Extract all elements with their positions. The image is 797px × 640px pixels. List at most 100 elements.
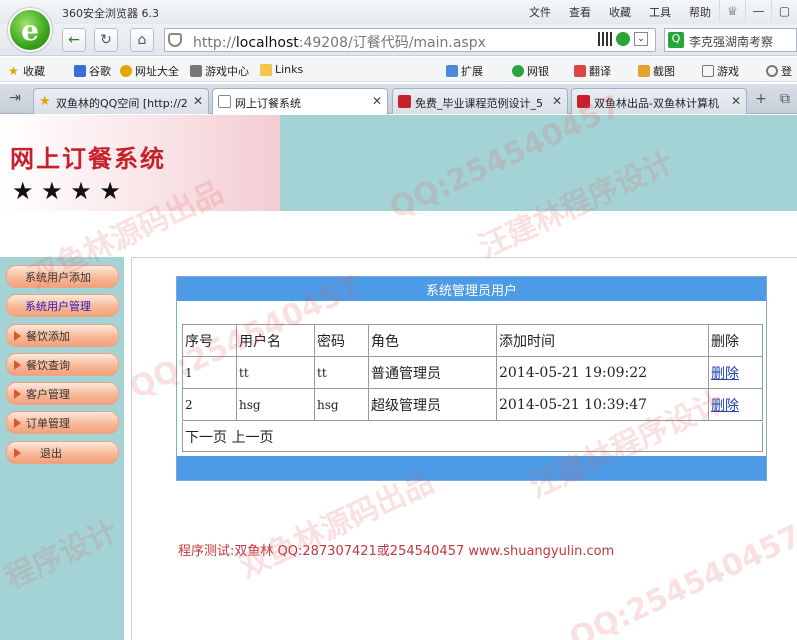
panel-title: 系统管理员用户 bbox=[177, 277, 766, 301]
toolbar-translate-label: 翻译 bbox=[589, 65, 611, 78]
menu-favorites[interactable]: 收藏 bbox=[600, 4, 640, 20]
sidebar-item-label: 餐饮添加 bbox=[26, 329, 70, 343]
game-icon bbox=[702, 65, 714, 77]
toolbar-login[interactable]: 登 bbox=[766, 63, 792, 79]
favorite-sites-label: 网址大全 bbox=[135, 65, 179, 78]
close-icon[interactable]: ✕ bbox=[372, 94, 382, 108]
users-table: 序号 用户名 密码 角色 添加时间 删除 1 tt tt 普通管理员 2014-… bbox=[182, 324, 763, 421]
new-tab-icon[interactable]: + bbox=[751, 88, 771, 110]
extensions-icon bbox=[446, 65, 458, 77]
tab-ordering-system[interactable]: 网上订餐系统 ✕ bbox=[212, 88, 388, 115]
tab-label: 网上订餐系统 bbox=[235, 97, 301, 110]
close-icon[interactable]: ✕ bbox=[552, 94, 562, 108]
menu-file[interactable]: 文件 bbox=[520, 4, 560, 20]
cell-no: 2 bbox=[182, 388, 237, 421]
app-title: 360安全浏览器 6.3 bbox=[62, 7, 159, 20]
login-search-icon bbox=[766, 65, 778, 77]
toolbar-screenshot[interactable]: 截图 bbox=[638, 63, 675, 79]
maximize-icon[interactable]: ▢ bbox=[771, 0, 797, 22]
translate-icon bbox=[574, 65, 586, 77]
window-controls: ♕ — ▢ bbox=[719, 0, 797, 22]
star-favicon-icon: ★ bbox=[39, 94, 51, 109]
ie-mode-icon[interactable] bbox=[616, 32, 630, 46]
sidebar-item-customers[interactable]: 客户管理 bbox=[6, 382, 119, 405]
sidebar-item-add-dish[interactable]: 餐饮添加 bbox=[6, 324, 119, 347]
toolbar-extensions[interactable]: 扩展 bbox=[446, 63, 483, 79]
tab-list-icon[interactable]: ⧉ bbox=[775, 88, 795, 110]
address-icons: ⌄ bbox=[598, 32, 648, 46]
home-icon[interactable]: ⌂ bbox=[130, 28, 154, 52]
toolbar-games[interactable]: 游戏 bbox=[702, 63, 739, 79]
tab-shuangyulin[interactable]: 双鱼林出品-双鱼林计算机 ✕ bbox=[571, 88, 747, 114]
toolbar-extensions-label: 扩展 bbox=[461, 65, 483, 78]
toolbar-games-label: 游戏 bbox=[717, 65, 739, 78]
refresh-icon[interactable]: ↻ bbox=[94, 28, 118, 52]
arrow-right-icon bbox=[14, 447, 21, 458]
qrcode-icon[interactable] bbox=[598, 32, 612, 46]
sidebar-item-orders[interactable]: 订单管理 bbox=[6, 411, 119, 434]
tab-label: 免费_毕业课程范例设计_5 bbox=[415, 97, 543, 110]
skin-icon[interactable]: ♕ bbox=[719, 0, 745, 22]
favorites-star[interactable]: ★ 收藏 bbox=[8, 63, 45, 79]
toolbar-translate[interactable]: 翻译 bbox=[574, 63, 611, 79]
title-bar: 360安全浏览器 6.3 文件 查看 收藏 工具 帮助 ♕ — ▢ bbox=[0, 0, 797, 24]
menu-help[interactable]: 帮助 bbox=[680, 4, 720, 20]
table-row: 2 hsg hsg 超级管理员 2014-05-21 10:39:47 删除 bbox=[182, 388, 763, 421]
navigation-bar: ← ↻ ⌂ http://localhost:49208/订餐代码/main.a… bbox=[0, 24, 797, 56]
menu-bar: 文件 查看 收藏 工具 帮助 bbox=[520, 4, 720, 20]
table-row: 1 tt tt 普通管理员 2014-05-21 19:09:22 删除 bbox=[182, 356, 763, 389]
tab-label: 双鱼林的QQ空间 [http://2 bbox=[56, 97, 188, 110]
column-header: 密码 bbox=[314, 324, 369, 357]
cell-action: 删除 bbox=[708, 388, 763, 421]
tab-course-design[interactable]: 免费_毕业课程范例设计_5 ✕ bbox=[392, 88, 568, 114]
dropdown-icon[interactable]: ⌄ bbox=[634, 32, 648, 46]
sidebar-item-logout[interactable]: 退出 bbox=[6, 441, 119, 464]
toolbar-bank[interactable]: 网银 bbox=[512, 63, 549, 79]
address-input[interactable]: http://localhost:49208/订餐代码/main.aspx bbox=[164, 28, 656, 52]
column-header: 用户名 bbox=[236, 324, 315, 357]
sidebar-item-query-dish[interactable]: 餐饮查询 bbox=[6, 353, 119, 376]
sidebar-item-add-user[interactable]: 系统用户添加 bbox=[6, 265, 119, 288]
site-banner: 网上订餐系统 ★ ★ ★ ★ bbox=[0, 115, 797, 211]
minimize-icon[interactable]: — bbox=[745, 0, 771, 22]
toolbar-bank-label: 网银 bbox=[527, 65, 549, 78]
menu-view[interactable]: 查看 bbox=[560, 4, 600, 20]
sidebar-item-label: 订单管理 bbox=[26, 416, 70, 430]
sites-icon bbox=[120, 65, 132, 77]
favorite-games[interactable]: 游戏中心 bbox=[190, 63, 249, 79]
search-input[interactable]: Q 李克强湖南考察 bbox=[664, 28, 797, 52]
delete-link[interactable]: 删除 bbox=[711, 398, 739, 414]
close-icon[interactable]: ✕ bbox=[731, 94, 741, 108]
url-path: :49208/订餐代码/main.aspx bbox=[298, 35, 486, 51]
url-prefix: http:// bbox=[193, 35, 236, 51]
delete-link[interactable]: 删除 bbox=[711, 366, 739, 382]
favorites-bar: ★ 收藏 谷歌 网址大全 游戏中心 Links 扩展 网银 翻译 截图 游戏 登 bbox=[0, 57, 797, 82]
sidebar-item-manage-users[interactable]: 系统用户管理 bbox=[6, 294, 119, 317]
tab-qq-space[interactable]: ★ 双鱼林的QQ空间 [http://2 ✕ bbox=[33, 88, 209, 114]
favorite-google[interactable]: 谷歌 bbox=[74, 63, 111, 79]
column-header: 删除 bbox=[708, 324, 763, 357]
header-spacer bbox=[0, 211, 797, 257]
favorite-google-label: 谷歌 bbox=[89, 65, 111, 78]
banner-title: 网上订餐系统 bbox=[10, 144, 166, 173]
favorite-links-label: Links bbox=[275, 63, 304, 76]
admin-users-panel: 系统管理员用户 序号 用户名 密码 角色 添加时间 删除 1 tt tt 普通管… bbox=[176, 276, 767, 481]
back-icon[interactable]: ← bbox=[62, 28, 86, 52]
cell-role: 超级管理员 bbox=[368, 388, 497, 421]
cell-time: 2014-05-21 10:39:47 bbox=[496, 388, 709, 421]
favorite-sites[interactable]: 网址大全 bbox=[120, 63, 179, 79]
arrow-right-icon bbox=[14, 330, 21, 341]
gamepad-icon bbox=[190, 65, 202, 77]
cell-password: hsg bbox=[314, 388, 369, 421]
pager[interactable]: 下一页 上一页 bbox=[182, 422, 763, 452]
sidebar-item-label: 客户管理 bbox=[26, 387, 70, 401]
favorites-label: 收藏 bbox=[23, 65, 45, 78]
menu-tools[interactable]: 工具 bbox=[640, 4, 680, 20]
search-engine-icon[interactable]: Q bbox=[668, 32, 684, 48]
cell-action: 删除 bbox=[708, 356, 763, 389]
sidebar-toggle-icon[interactable]: ⇥ bbox=[4, 87, 26, 109]
column-header: 添加时间 bbox=[496, 324, 709, 357]
star-icon: ★ bbox=[8, 64, 19, 78]
favorite-links[interactable]: Links bbox=[260, 63, 303, 76]
close-icon[interactable]: ✕ bbox=[193, 94, 203, 108]
